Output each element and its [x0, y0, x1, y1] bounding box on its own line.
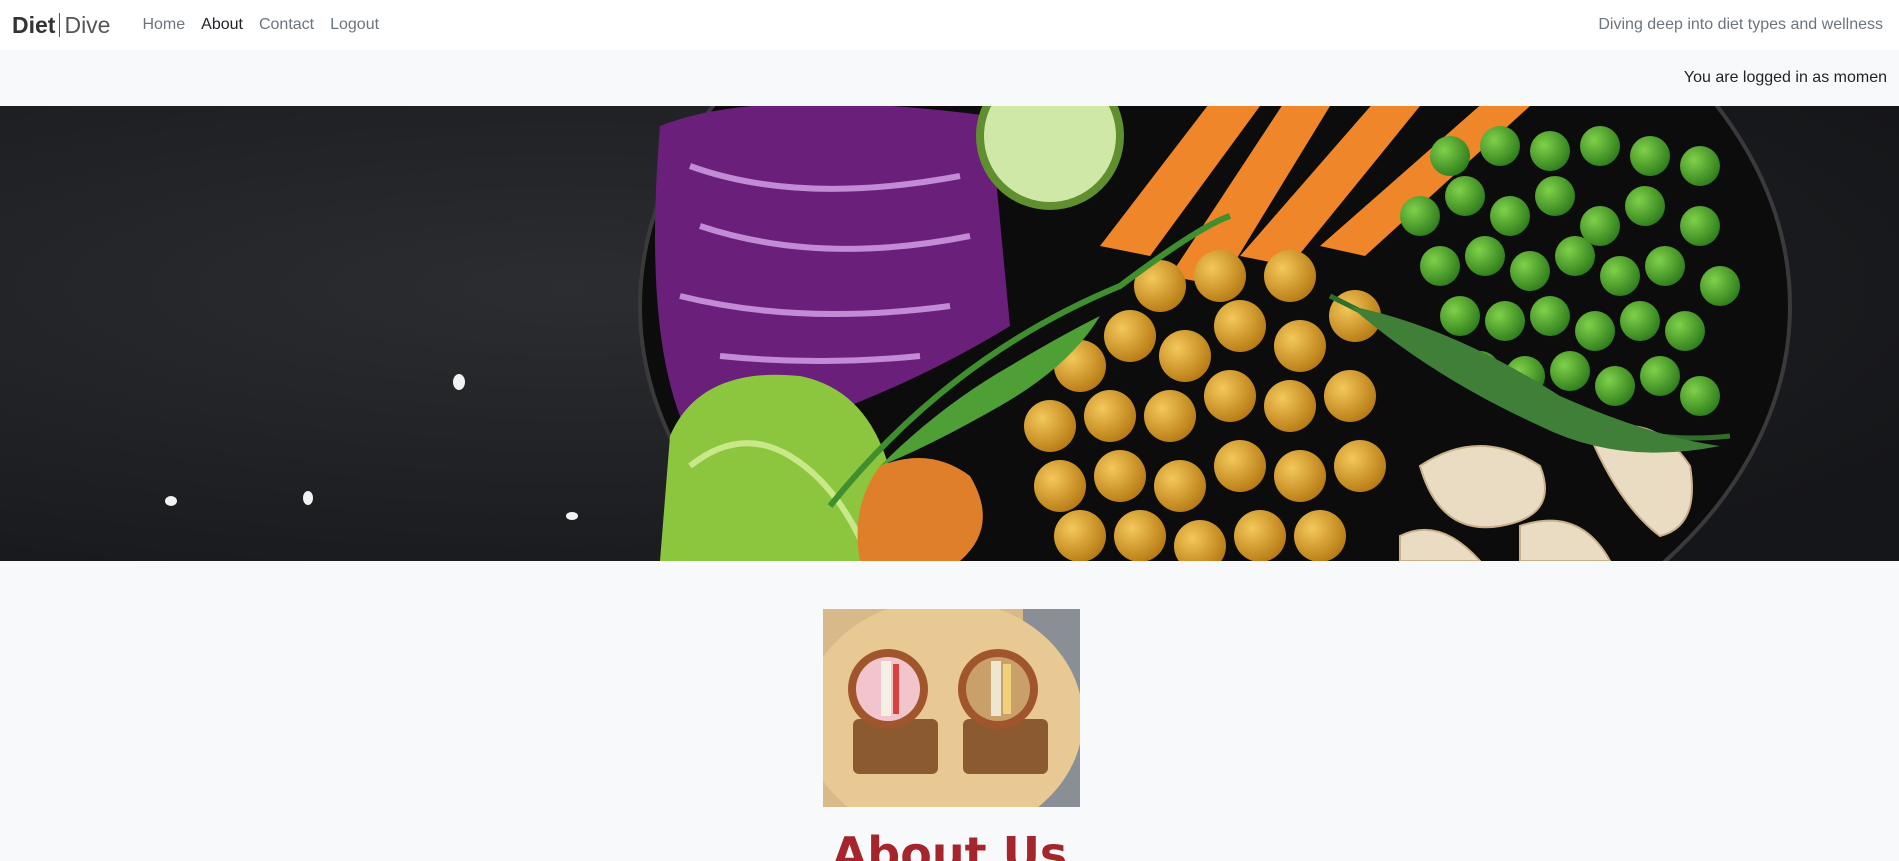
site-tagline: Diving deep into diet types and wellness [1598, 16, 1883, 33]
brand-diet-text: Diet [12, 11, 56, 38]
top-navbar: Diet Dive Home About Contact Logout Divi… [0, 0, 1899, 50]
about-section: About Us [0, 561, 1899, 861]
brand-logo[interactable]: Diet Dive [12, 12, 110, 39]
smoothie-bowls-image [823, 609, 1080, 807]
brand-dive-text: Dive [64, 11, 111, 38]
nav-about-link[interactable]: About [193, 16, 251, 34]
nav-logout-link[interactable]: Logout [322, 16, 387, 34]
login-status-bar: You are logged in as momen [0, 50, 1899, 106]
main-nav: Home About Contact Logout [134, 16, 387, 34]
brand-divider [59, 13, 61, 37]
nav-home-link[interactable]: Home [134, 16, 193, 34]
hero-banner-image [0, 106, 1899, 561]
nav-contact-link[interactable]: Contact [251, 16, 322, 34]
login-status-text: You are logged in as momen [1683, 69, 1887, 86]
about-us-heading: About Us [831, 827, 1068, 861]
